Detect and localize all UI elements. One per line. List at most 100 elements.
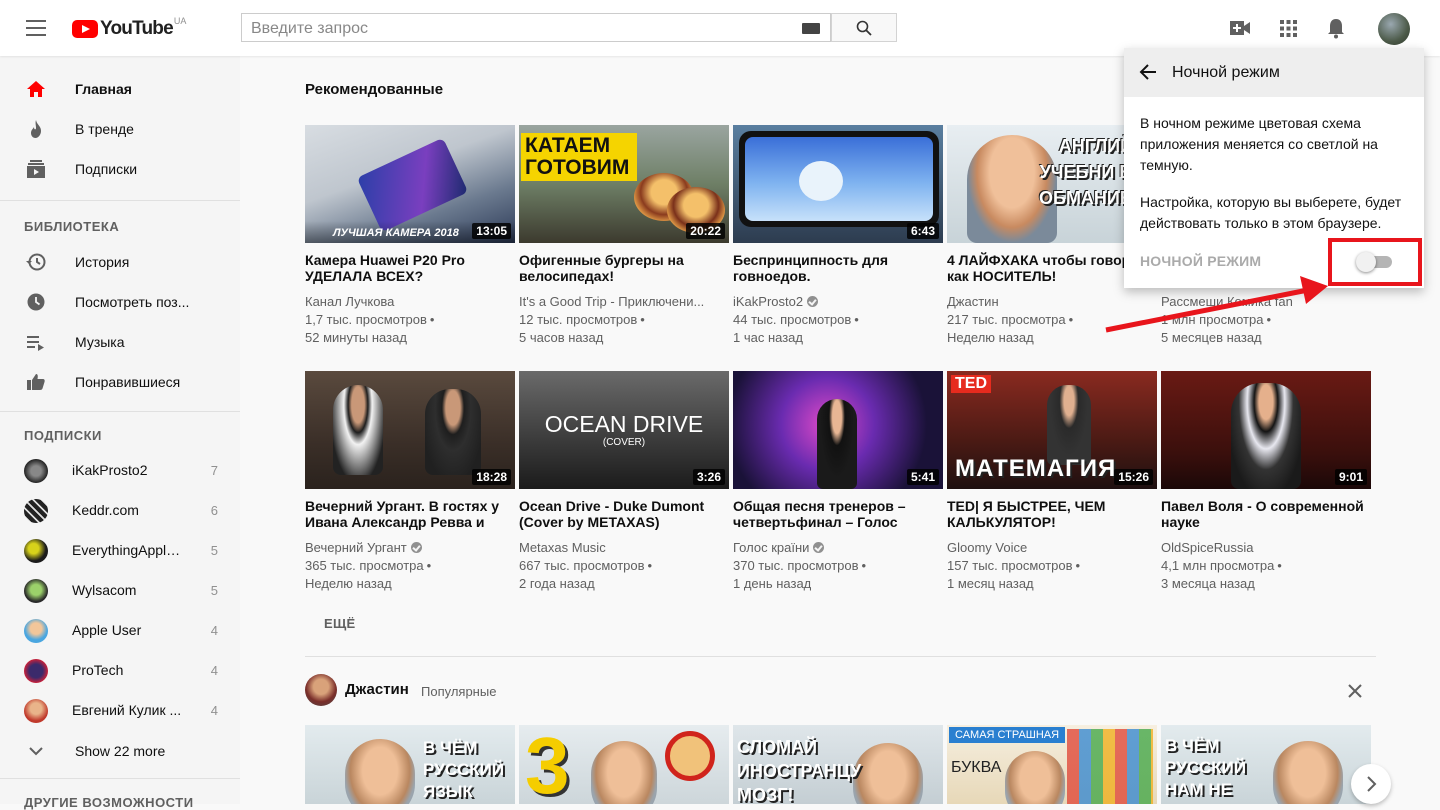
video-thumbnail[interactable]: КАТАЕМ ГОТОВИМ 20:22	[519, 125, 729, 243]
video-card[interactable]: 18:28 Вечерний Ургант. В гостях у Ивана …	[305, 371, 515, 593]
channel-name[interactable]: OldSpiceRussia	[1161, 539, 1371, 557]
apps-grid-icon[interactable]	[1280, 20, 1297, 37]
new-video-count: 4	[210, 663, 218, 678]
video-views: 370 тыс. просмотров •	[733, 558, 867, 573]
video-thumbnail[interactable]: В ЧЁМ РУССКИЙ ЯЗЫК	[305, 725, 515, 804]
video-title[interactable]: Офигенные бургеры на велосипедах!	[519, 252, 729, 284]
no-food-icon	[665, 731, 715, 781]
video-card[interactable]: 9:01 Павел Воля - О современной науке Ol…	[1161, 371, 1371, 593]
video-card[interactable]: КАТАЕМ ГОТОВИМ 20:22 Офигенные бургеры н…	[519, 125, 729, 347]
channel-name[interactable]: Gloomy Voice	[947, 539, 1157, 557]
video-card[interactable]: 6:43 Беспринципность для говноедов. iKak…	[733, 125, 943, 347]
notifications-bell-icon[interactable]	[1327, 18, 1345, 39]
video-title[interactable]: Вечерний Ургант. В гостях у Ивана Алекса…	[305, 498, 515, 530]
subscriptions-heading: ПОДПИСКИ	[24, 428, 102, 443]
guest-image	[333, 385, 383, 475]
channel-name[interactable]: Голос країни	[733, 539, 943, 557]
subscription-label: iKakProsto2	[72, 462, 148, 478]
channel-name[interactable]: Вечерний Ургант	[305, 539, 515, 557]
video-card[interactable]: OCEAN DRIVE (COVER) 3:26 Ocean Drive - D…	[519, 371, 729, 593]
new-video-count: 5	[210, 543, 218, 558]
annotation-arrow-icon	[1105, 276, 1328, 333]
video-thumbnail[interactable]: САМАЯ СТРАШНАЯ БУКВА	[947, 725, 1157, 804]
shelf-channel-name[interactable]: Джастин	[345, 681, 409, 698]
avatar	[24, 699, 48, 723]
video-thumbnail[interactable]: 6:43	[733, 125, 943, 243]
chevron-right-icon	[1367, 776, 1377, 792]
avatar	[24, 499, 48, 523]
show-more-button[interactable]: ЕЩЁ	[324, 616, 356, 631]
sidebar-item-watch-later[interactable]: Посмотреть поз...	[0, 282, 240, 322]
video-thumbnail[interactable]: TED МАТЕМАГИЯ 15:26	[947, 371, 1157, 489]
channel-name[interactable]: It's a Good Trip - Приключени...	[519, 293, 729, 311]
duration-badge: 20:22	[686, 223, 725, 239]
video-title[interactable]: Павел Воля - О современной науке	[1161, 498, 1371, 530]
popup-title: Ночной режим	[1172, 64, 1280, 81]
video-title[interactable]: Общая песня тренеров – четвертьфинал – Г…	[733, 498, 943, 530]
shelf-next-button[interactable]	[1351, 764, 1391, 804]
video-title[interactable]: TED| Я БЫСТРЕЕ, ЧЕМ КАЛЬКУЛЯТОР!	[947, 498, 1157, 530]
avatar[interactable]	[305, 674, 337, 706]
search-box	[241, 13, 831, 42]
video-thumbnail[interactable]: СЛОМАЙ ИНОСТРАНЦУ МОЗГ!	[733, 725, 943, 804]
video-thumbnail[interactable]: 9:01	[1161, 371, 1371, 489]
youtube-logo[interactable]: YouTube UA	[72, 16, 186, 40]
account-avatar[interactable]	[1378, 13, 1410, 45]
sidebar-item-home[interactable]: Главная	[0, 69, 240, 109]
sidebar-divider	[0, 778, 240, 779]
search-input[interactable]	[249, 18, 793, 40]
sidebar-item-trending[interactable]: В тренде	[0, 109, 240, 149]
video-thumbnail[interactable]: 5:41	[733, 371, 943, 489]
video-age: 1 месяц назад	[947, 576, 1034, 591]
thumbnail-subcaption: (COVER)	[602, 437, 646, 448]
video-card[interactable]: ЛУЧШАЯ КАМЕРА 2018 13:05 Камера Huawei P…	[305, 125, 515, 347]
video-views: 667 тыс. просмотров •	[519, 558, 653, 573]
thumbnail-caption: 3	[525, 725, 570, 804]
channel-name[interactable]: Канал Лучкова	[305, 293, 515, 311]
sidebar-item-liked[interactable]: Понравившиеся	[0, 362, 240, 402]
sidebar-item-label: Музыка	[75, 334, 125, 350]
section-divider	[305, 656, 1376, 657]
phone-image	[356, 137, 469, 233]
back-arrow-icon[interactable]	[1139, 64, 1157, 80]
video-age: 52 минуты назад	[305, 330, 407, 345]
verified-badge-icon	[813, 542, 825, 553]
presenter-image	[1273, 741, 1343, 804]
subscription-label: EverythingApple...	[72, 542, 184, 558]
video-card[interactable]: TED МАТЕМАГИЯ 15:26 TED| Я БЫСТРЕЕ, ЧЕМ …	[947, 371, 1157, 593]
singer-image	[817, 399, 857, 489]
popup-note: Настройка, которую вы выберете, будет де…	[1140, 194, 1402, 231]
duration-badge: 18:28	[472, 469, 511, 485]
channel-name[interactable]: Metaxas Music	[519, 539, 729, 557]
popup-header: Ночной режим	[1124, 48, 1424, 97]
keyboard-icon[interactable]	[802, 23, 820, 34]
video-thumbnail[interactable]: 3	[519, 725, 729, 804]
video-age: 2 года назад	[519, 576, 595, 591]
sidebar-item-history[interactable]: История	[0, 242, 240, 282]
search-button[interactable]	[831, 13, 897, 42]
video-thumbnail[interactable]: В ЧЁМ РУССКИЙ НАМ НЕ	[1161, 725, 1371, 804]
sidebar-item-music[interactable]: Музыка	[0, 322, 240, 362]
video-card[interactable]: 5:41 Общая песня тренеров – четвертьфина…	[733, 371, 943, 593]
search-icon	[856, 20, 872, 36]
popup-description: В ночном режиме цветовая схема приложени…	[1140, 115, 1378, 173]
video-title[interactable]: Беспринципность для говноедов.	[733, 252, 943, 284]
video-thumbnail[interactable]: ЛУЧШАЯ КАМЕРА 2018 13:05	[305, 125, 515, 243]
show-more-subscriptions[interactable]: Show 22 more	[0, 731, 240, 771]
video-views: 365 тыс. просмотра •	[305, 558, 432, 573]
upload-video-icon[interactable]	[1230, 20, 1250, 36]
channel-name[interactable]: iKakProsto2	[733, 293, 943, 311]
menu-icon[interactable]	[26, 20, 46, 36]
video-title[interactable]: Ocean Drive - Duke Dumont (Cover by META…	[519, 498, 729, 530]
video-thumbnail[interactable]: OCEAN DRIVE (COVER) 3:26	[519, 371, 729, 489]
video-title[interactable]: Камера Huawei P20 Pro УДЕЛАЛА ВСЕХ?	[305, 252, 515, 284]
history-icon	[26, 253, 46, 271]
sidebar-item-subscriptions[interactable]: Подписки	[0, 149, 240, 189]
avatar	[24, 659, 48, 683]
close-icon[interactable]	[1346, 682, 1364, 700]
video-thumbnail[interactable]: 18:28	[305, 371, 515, 489]
new-video-count: 6	[210, 503, 218, 518]
duration-badge: 9:01	[1334, 469, 1367, 485]
video-views: 44 тыс. просмотров •	[733, 312, 859, 327]
subscription-label: Keddr.com	[72, 502, 139, 518]
